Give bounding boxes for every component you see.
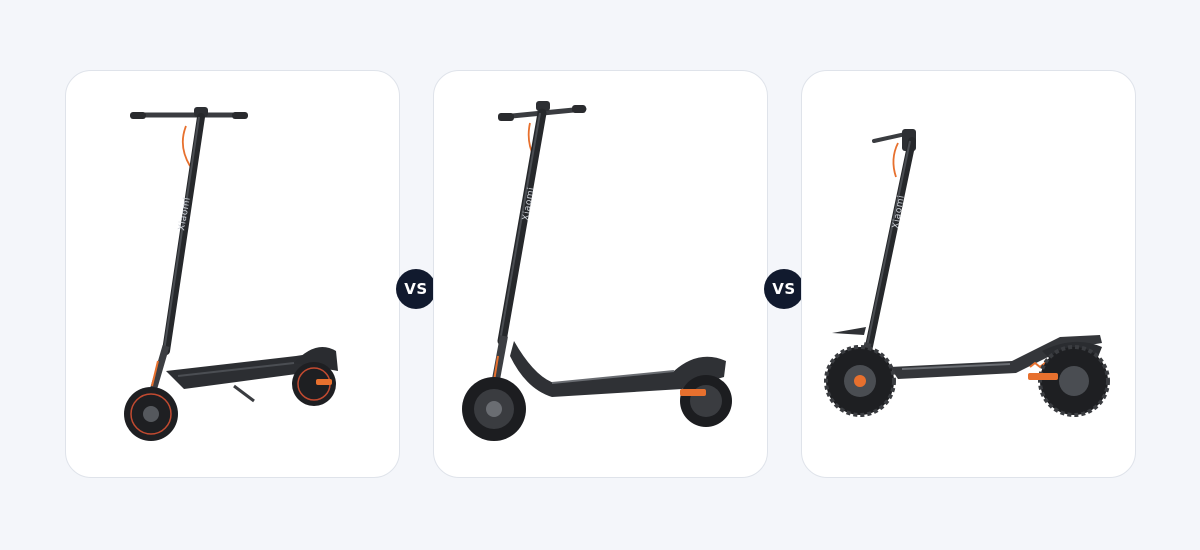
vs-label: VS (404, 280, 428, 298)
brand-label-3: Xiaomi (891, 194, 907, 229)
product-card-1[interactable]: Xiaomi (65, 70, 400, 478)
brand-label-2: Xiaomi (521, 186, 537, 221)
scooter-image-1: Xiaomi (124, 107, 338, 441)
scooter-image-3: Xiaomi (824, 129, 1110, 417)
vs-badge: VS (396, 269, 436, 309)
product-card-3[interactable]: Xiaomi (801, 70, 1136, 478)
vs-label: VS (772, 280, 796, 298)
scooter-image-2: Xiaomi (462, 101, 732, 441)
vs-badge: VS (764, 269, 804, 309)
product-card-2[interactable]: Xiaomi (433, 70, 768, 478)
